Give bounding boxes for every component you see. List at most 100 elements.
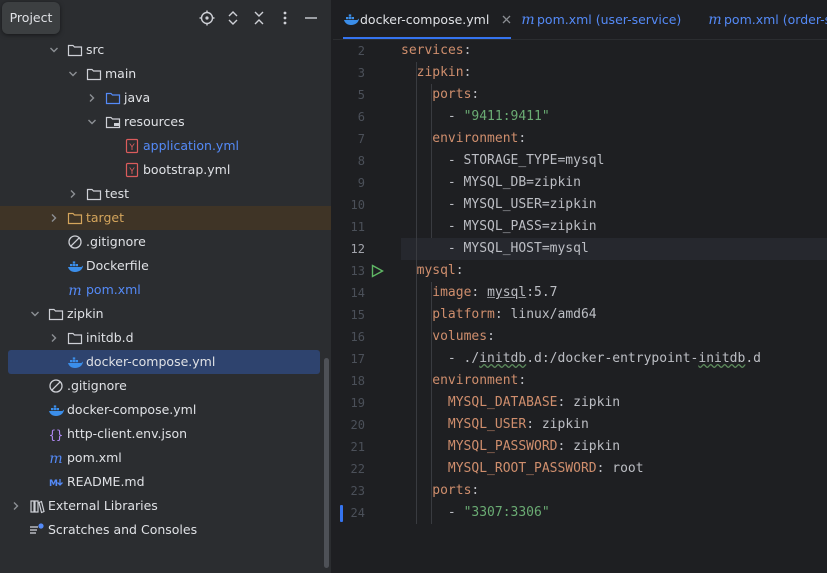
minimize-icon[interactable] [302, 8, 320, 28]
code-line: MYSQL_ROOT_PASSWORD: root [401, 458, 644, 480]
tree-item[interactable]: m pom.xml [0, 278, 331, 302]
more-icon[interactable] [276, 8, 294, 28]
chevron-down-icon[interactable] [48, 38, 60, 62]
resources-folder-icon [105, 114, 121, 130]
code-line: MYSQL_PASSWORD: zipkin [401, 436, 620, 458]
tree-item-label: .gitignore [67, 378, 127, 393]
tree-item[interactable]: Scratches and Consoles [0, 518, 331, 542]
line-number-gutter: 2 3 5 6 7 8 9 10 11 12 13 14 15 16 17 18 19 20 21 22 23 24 [333, 40, 401, 573]
tree-item[interactable]: src [0, 38, 331, 62]
code-area[interactable]: services: zipkin: ports: - "9411:9411" envir… [401, 40, 827, 573]
code-token: .d:/docker-entrypoint- [526, 351, 699, 366]
tree-item[interactable]: Dockerfile [0, 254, 331, 278]
expand-icon[interactable] [224, 8, 242, 28]
svg-text:Y: Y [128, 143, 135, 153]
tree-item[interactable]: m pom.xml [0, 446, 331, 470]
tree-item[interactable]: M README.md [0, 470, 331, 494]
code-token: : [471, 483, 480, 498]
line-number: 7 [357, 132, 365, 146]
project-panel: Project src main java resources Yapplication… [0, 0, 331, 573]
indent-guide [415, 62, 417, 524]
code-token: zipkin [416, 65, 464, 80]
code-line: environment: [401, 370, 526, 392]
tree-item[interactable]: docker-compose.yml [0, 350, 331, 374]
tree-item[interactable]: Yapplication.yml [0, 134, 331, 158]
tree-item[interactable]: test [0, 182, 331, 206]
code-token: : [463, 43, 472, 58]
tree-item[interactable]: resources [0, 110, 331, 134]
svg-text:M: M [49, 479, 58, 489]
code-token: : linux/amd64 [494, 307, 597, 322]
chevron-right-icon[interactable] [67, 182, 79, 206]
tree-item[interactable]: .gitignore [0, 374, 331, 398]
project-scrollbar[interactable] [324, 358, 329, 568]
tree-item[interactable]: docker-compose.yml [0, 398, 331, 422]
chevron-right-icon[interactable] [10, 494, 22, 518]
code-token: MYSQL_DATABASE [447, 395, 558, 410]
code-token: mysql [487, 285, 527, 300]
editor-tab[interactable]: m pom.xml (user-service) [520, 0, 681, 39]
close-icon[interactable] [502, 13, 511, 28]
chevron-right-icon[interactable] [48, 206, 60, 230]
code-token: MYSQL_PASSWORD [447, 439, 558, 454]
tree-item[interactable]: target [0, 206, 331, 230]
folder-icon [67, 42, 83, 58]
code-token: : [463, 65, 472, 80]
code-line: - "9411:9411" [401, 106, 550, 128]
maven-icon: m [67, 282, 83, 299]
chevron-right-icon[interactable] [48, 326, 60, 350]
tree-item[interactable]: zipkin [0, 302, 331, 326]
tree-item[interactable]: .gitignore [0, 230, 331, 254]
tree-item[interactable]: java [0, 86, 331, 110]
tree-item[interactable]: main [0, 62, 331, 86]
json-file-icon: {} [48, 426, 64, 442]
line-number: 20 [350, 418, 365, 432]
line-number: 16 [350, 330, 365, 344]
tree-item-label: target [86, 210, 125, 225]
collapse-icon[interactable] [250, 8, 268, 28]
run-icon[interactable] [370, 264, 384, 278]
ignore-file-icon [67, 234, 83, 250]
line-number: 9 [357, 176, 365, 190]
excluded-folder-icon [67, 210, 83, 226]
folder-icon [48, 306, 64, 322]
code-token: ports [432, 87, 472, 102]
svg-text:{}: {} [49, 428, 63, 442]
editor: docker-compose.yml m pom.xml (user-service… [333, 0, 827, 573]
locate-icon[interactable] [198, 8, 216, 28]
change-marker [340, 505, 343, 522]
svg-text:m: m [49, 451, 62, 466]
folder-icon [67, 330, 83, 346]
tree-item[interactable]: {} http-client.env.json [0, 422, 331, 446]
editor-tab[interactable]: mpom.xml (order-se [707, 0, 827, 39]
code-token: .d [745, 351, 761, 366]
code-token: - MYSQL_DB=zipkin [447, 175, 581, 190]
tree-item[interactable]: Ybootstrap.yml [0, 158, 331, 182]
tree-item-label: src [86, 42, 105, 57]
tree-item-label: README.md [67, 474, 145, 489]
chevron-down-icon[interactable] [29, 302, 41, 326]
code-token: : [518, 373, 527, 388]
tree-item[interactable]: External Libraries [0, 494, 331, 518]
svg-text:m: m [708, 12, 721, 27]
folder-icon [86, 66, 102, 82]
tree-item[interactable]: initdb.d [0, 326, 331, 350]
editor-tab-label: docker-compose.yml [360, 12, 490, 27]
code-token: "9411:9411" [463, 109, 550, 124]
code-token: - [447, 109, 464, 124]
line-number: 3 [357, 66, 365, 80]
chevron-down-icon[interactable] [86, 110, 98, 134]
tree-item-label: External Libraries [48, 498, 158, 513]
editor-tab[interactable]: docker-compose.yml [343, 0, 512, 39]
project-panel-title[interactable]: Project [2, 2, 60, 34]
chevron-right-icon[interactable] [86, 86, 98, 110]
chevron-down-icon[interactable] [67, 62, 79, 86]
markdown-icon: M [48, 474, 64, 490]
maven-icon: m [520, 3, 537, 28]
code-token: image [432, 285, 472, 300]
code-token: MYSQL_USER [447, 417, 527, 432]
editor-tab-bar: docker-compose.yml m pom.xml (user-service… [333, 0, 827, 40]
maven-icon: m [48, 450, 64, 467]
maven-icon: m [707, 3, 724, 28]
line-number: 12 [350, 242, 365, 256]
